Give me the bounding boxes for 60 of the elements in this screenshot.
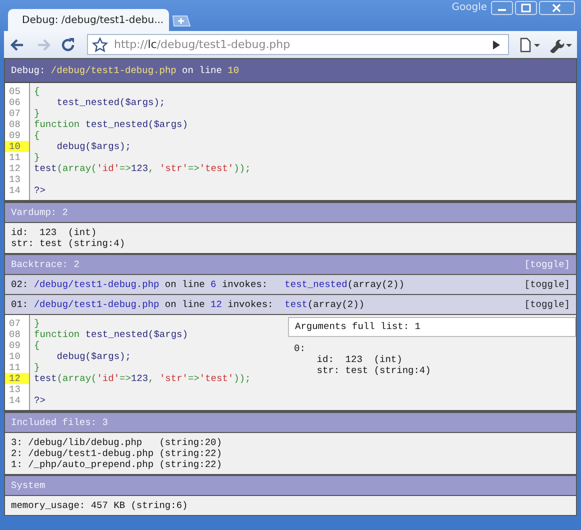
- line-number: 10: [8, 351, 22, 362]
- page-menu-icon[interactable]: [518, 36, 542, 52]
- toggle-link[interactable]: [toggle]: [524, 295, 570, 314]
- code-line: ?>: [34, 395, 46, 406]
- code-line: debug($args);: [56, 141, 131, 152]
- section-content: id: 123 (int) str: test (string:4): [5, 223, 576, 253]
- line-number: 14: [8, 395, 22, 406]
- section-title: Backtrace: 2: [11, 258, 80, 272]
- star-icon[interactable]: [92, 36, 108, 52]
- debug-heading: Debug: /debug/test1-debug.php on line 10: [5, 59, 576, 83]
- frame-text: 01: /debug/test1-debug.php on line 12 invokes: test(array(2)): [11, 298, 364, 312]
- close-icon[interactable]: [539, 1, 575, 15]
- line-number: 13: [8, 174, 22, 185]
- line-number: 10: [5, 141, 29, 152]
- line-number: 07: [8, 318, 22, 329]
- frame-text: 02: /debug/test1-debug.php on line 6 invokes: test_nested(array(2)): [11, 278, 404, 292]
- line-number: 05: [8, 86, 22, 97]
- arguments-content: 0: id: 123 (int) str: test (string:4): [293, 342, 432, 378]
- code-line: function test_nested($args): [34, 119, 188, 130]
- code-line: debug($args);: [56, 351, 131, 362]
- section-content: memory_usage: 457 KB (string:6): [5, 496, 576, 515]
- line-number: 14: [8, 185, 22, 196]
- line-number: 09: [8, 340, 22, 351]
- line-number: 11: [8, 152, 22, 163]
- line-number: 06: [8, 97, 22, 108]
- code-line: }: [34, 152, 40, 163]
- code-line: test_nested($args);: [56, 97, 166, 108]
- minimize-icon[interactable]: [491, 1, 513, 15]
- code-line: }: [34, 108, 40, 119]
- line-number: 07: [8, 108, 22, 119]
- tab-title: Debug: /debug/test1-debu...: [22, 14, 164, 26]
- brand-label: Google: [452, 2, 487, 13]
- line-number: 13: [8, 384, 22, 395]
- line-number: 12: [8, 163, 22, 174]
- code-line: test(array('id'=>123, 'str'=>'test'));: [34, 163, 251, 174]
- section-content: 3: /debug/lib/debug.php (string:20) 2: /debug/test1-debug.php (string:22) 1: /_php/auto_prepend.php (string:22): [5, 433, 576, 474]
- address-text: http://lc/debug/test1-debug.php: [114, 38, 292, 51]
- new-tab-icon[interactable]: [171, 15, 191, 27]
- play-icon[interactable]: [490, 38, 502, 50]
- code-line: {: [34, 86, 40, 97]
- line-number: 12: [5, 373, 29, 384]
- code-line: {: [34, 340, 40, 351]
- code-line: }: [34, 318, 40, 329]
- line-number: 09: [8, 130, 22, 141]
- toggle-link[interactable]: [toggle]: [524, 275, 570, 294]
- code-line: ?>: [34, 185, 46, 196]
- maximize-icon[interactable]: [515, 1, 537, 15]
- address-bar[interactable]: http://lc/debug/test1-debug.php: [87, 34, 509, 55]
- section-title: Included files: 3: [11, 416, 108, 430]
- code-line: test(array('id'=>123, 'str'=>'test'));: [34, 373, 251, 384]
- code-line: {: [34, 130, 40, 141]
- code-line: }: [34, 362, 40, 373]
- section-title: System: [11, 479, 46, 493]
- line-number: 11: [8, 362, 22, 373]
- code-line: function test_nested($args): [34, 329, 188, 340]
- line-number: 08: [8, 329, 22, 340]
- line-number: 08: [8, 119, 22, 130]
- section-title: Vardump: 2: [11, 206, 68, 220]
- browser-tab[interactable]: Debug: /debug/test1-debu...: [8, 9, 169, 31]
- arguments-title: Arguments full list: 1: [288, 317, 576, 337]
